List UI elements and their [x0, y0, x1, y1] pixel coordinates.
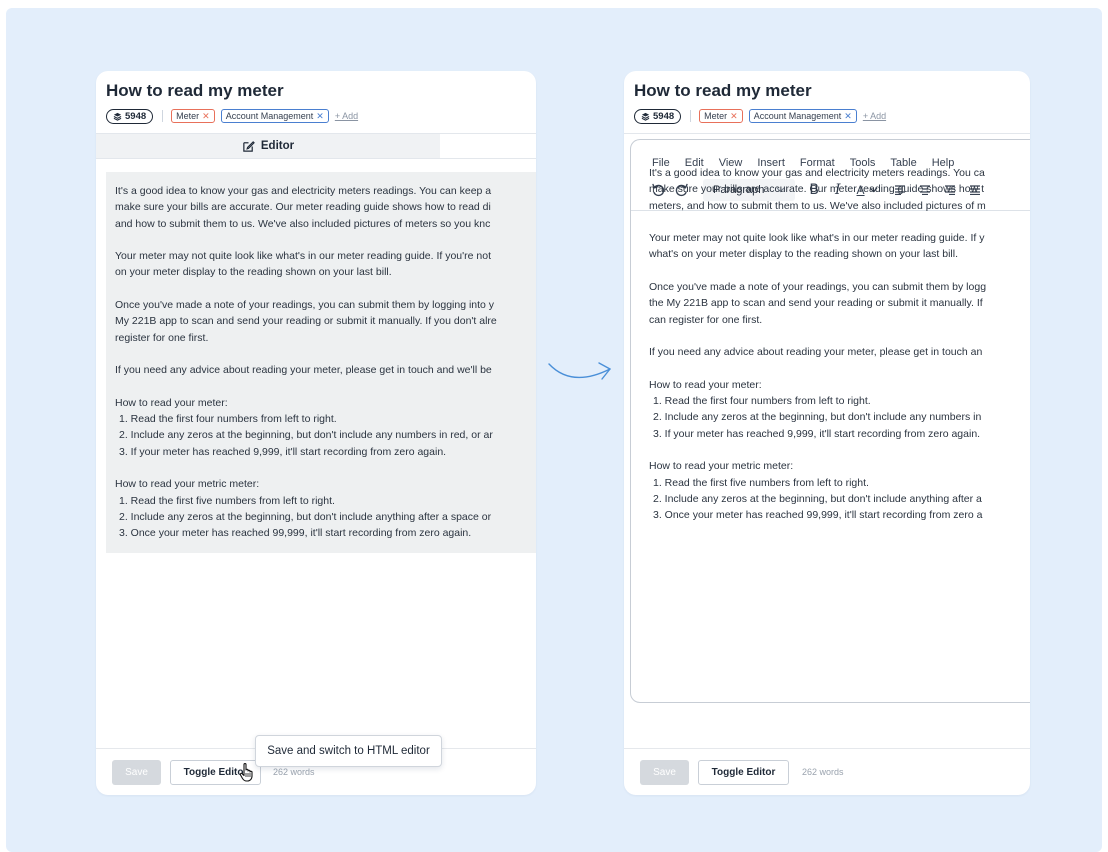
article-title: How to read my meter: [634, 81, 812, 100]
left-article-card: How to read my meter 5948 Meter ✕ Account…: [96, 71, 536, 795]
close-icon[interactable]: ✕: [730, 111, 738, 122]
layers-icon: [641, 112, 650, 121]
article-id-badge: 5948: [106, 108, 154, 124]
list-item: 2. Include any zeros at the beginning, b…: [119, 429, 493, 442]
tab-editor[interactable]: Editor: [96, 133, 440, 159]
paragraph: Once you've made a note of your readings…: [649, 281, 987, 326]
list-item: 2. Include any zeros at the beginning, b…: [119, 510, 492, 523]
list-item: 1. Read the first four numbers from left…: [653, 395, 871, 408]
add-tag-link[interactable]: + Add: [335, 111, 358, 121]
article-id: 5948: [653, 110, 675, 122]
edit-icon: [243, 140, 255, 152]
list-heading: How to read your metric meter:: [115, 478, 260, 491]
meta-divider: [690, 110, 692, 122]
html-editor-content[interactable]: It's a good idea to know your gas and el…: [106, 172, 536, 553]
list-item: 2. Include any zeros at the beginning, b…: [653, 492, 982, 505]
list-item: 3. If your meter has reached 9,999, it'l…: [119, 445, 447, 458]
close-icon[interactable]: ✕: [202, 111, 210, 122]
list-item: 3. Once your meter has reached 99,999, i…: [653, 509, 983, 522]
paragraph: If you need any advice about reading you…: [115, 364, 492, 377]
article-title: How to read my meter: [106, 81, 284, 100]
rich-text-content[interactable]: It's a good idea to know your gas and el…: [649, 165, 1030, 635]
list-item: 3. Once your meter has reached 99,999, i…: [119, 527, 472, 540]
list-item: 1. Read the first five numbers from left…: [119, 494, 335, 507]
tag-account-management[interactable]: Account Management ✕: [748, 109, 857, 123]
meter-steps-list: How to read your meter: 1. Read the firs…: [649, 377, 1030, 442]
hand-pointer-icon: [239, 763, 253, 782]
paragraph: Your meter may not quite look like what'…: [649, 232, 985, 261]
save-button[interactable]: Save: [640, 760, 689, 785]
add-tag-link[interactable]: + Add: [863, 111, 886, 121]
close-icon[interactable]: ✕: [316, 111, 324, 122]
paragraph: Your meter may not quite look like what'…: [115, 250, 491, 279]
toggle-editor-button[interactable]: Toggle Editor: [698, 760, 789, 785]
list-item: 3. If your meter has reached 9,999, it'l…: [653, 427, 981, 440]
word-count: 262 words: [273, 767, 315, 777]
tag-account-management[interactable]: Account Management ✕: [220, 109, 329, 123]
tag-label: Account Management: [753, 111, 842, 121]
list-item: 1. Read the first five numbers from left…: [653, 476, 869, 489]
tag-label: Account Management: [225, 111, 314, 121]
list-heading: How to read your meter:: [649, 378, 762, 391]
article-meta: 5948 Meter ✕ Account Management ✕ + Add: [634, 108, 886, 124]
right-article-card: How to read my meter 5948 Meter ✕ Account…: [624, 71, 1030, 795]
metric-steps-list: How to read your metric meter: 1. Read t…: [115, 476, 536, 541]
article-meta: 5948 Meter ✕ Account Management ✕ + Add: [106, 108, 358, 124]
paragraph: It's a good idea to know your gas and el…: [115, 185, 492, 230]
toggle-editor-tooltip: Save and switch to HTML editor: [255, 735, 442, 767]
tab-strip-empty: [440, 133, 536, 159]
tag-label: Meter: [176, 111, 200, 121]
close-icon[interactable]: ✕: [844, 111, 852, 122]
metric-steps-list: How to read your metric meter: 1. Read t…: [649, 458, 1030, 523]
tag-label: Meter: [704, 111, 728, 121]
footer-divider: [624, 748, 1030, 749]
list-heading: How to read your meter:: [115, 396, 228, 409]
arrow-right-icon: [548, 362, 611, 380]
article-id-badge: 5948: [634, 108, 682, 124]
list-item: 1. Read the first four numbers from left…: [119, 413, 337, 426]
tab-editor-label: Editor: [260, 140, 295, 152]
meta-divider: [162, 110, 164, 122]
list-item: 2. Include any zeros at the beginning, b…: [653, 411, 982, 424]
word-count: 262 words: [802, 767, 844, 777]
meter-steps-list: How to read your meter: 1. Read the firs…: [115, 395, 536, 460]
save-button[interactable]: Save: [112, 760, 161, 785]
header-divider: [624, 133, 1030, 134]
tag-meter[interactable]: Meter ✕: [171, 109, 215, 123]
tag-meter[interactable]: Meter ✕: [699, 109, 743, 123]
paragraph: If you need any advice about reading you…: [649, 346, 983, 359]
list-heading: How to read your metric meter:: [649, 460, 794, 473]
article-id: 5948: [125, 110, 147, 122]
layers-icon: [113, 112, 122, 121]
paragraph: Once you've made a note of your readings…: [115, 299, 497, 344]
paragraph: It's a good idea to know your gas and el…: [649, 167, 986, 212]
